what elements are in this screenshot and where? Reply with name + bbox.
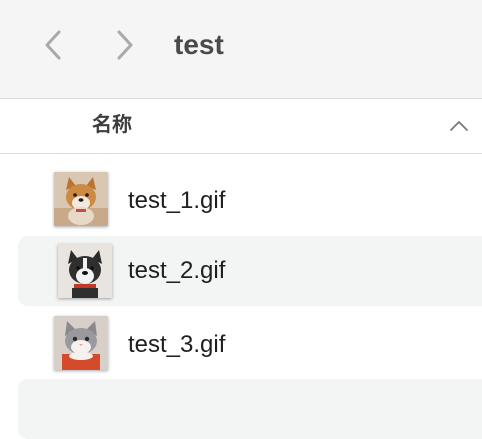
- file-name: test_1.gif: [128, 187, 226, 214]
- chevron-up-icon[interactable]: [448, 115, 470, 137]
- forward-button[interactable]: [108, 28, 142, 62]
- black-white-dog-photo: [58, 244, 112, 298]
- back-button[interactable]: [36, 28, 70, 62]
- chevron-right-icon: [117, 30, 133, 60]
- empty-row: [18, 379, 482, 439]
- toolbar: test: [0, 0, 482, 99]
- list-item[interactable]: test_2.gif: [18, 236, 482, 306]
- file-thumbnail: [54, 316, 108, 370]
- file-thumbnail: [58, 244, 112, 298]
- file-name: test_2.gif: [128, 257, 226, 284]
- list-header: 名称: [0, 99, 482, 154]
- list-item[interactable]: test_1.gif: [18, 166, 482, 236]
- chevron-left-icon: [45, 30, 61, 60]
- name-column-header[interactable]: 名称: [92, 112, 132, 138]
- file-name: test_3.gif: [128, 331, 226, 358]
- gray-cat-photo: [54, 316, 108, 370]
- shiba-dog-photo: [54, 172, 108, 226]
- file-thumbnail: [54, 172, 108, 226]
- list-item[interactable]: test_3.gif: [18, 310, 482, 380]
- window-title: test: [174, 29, 224, 60]
